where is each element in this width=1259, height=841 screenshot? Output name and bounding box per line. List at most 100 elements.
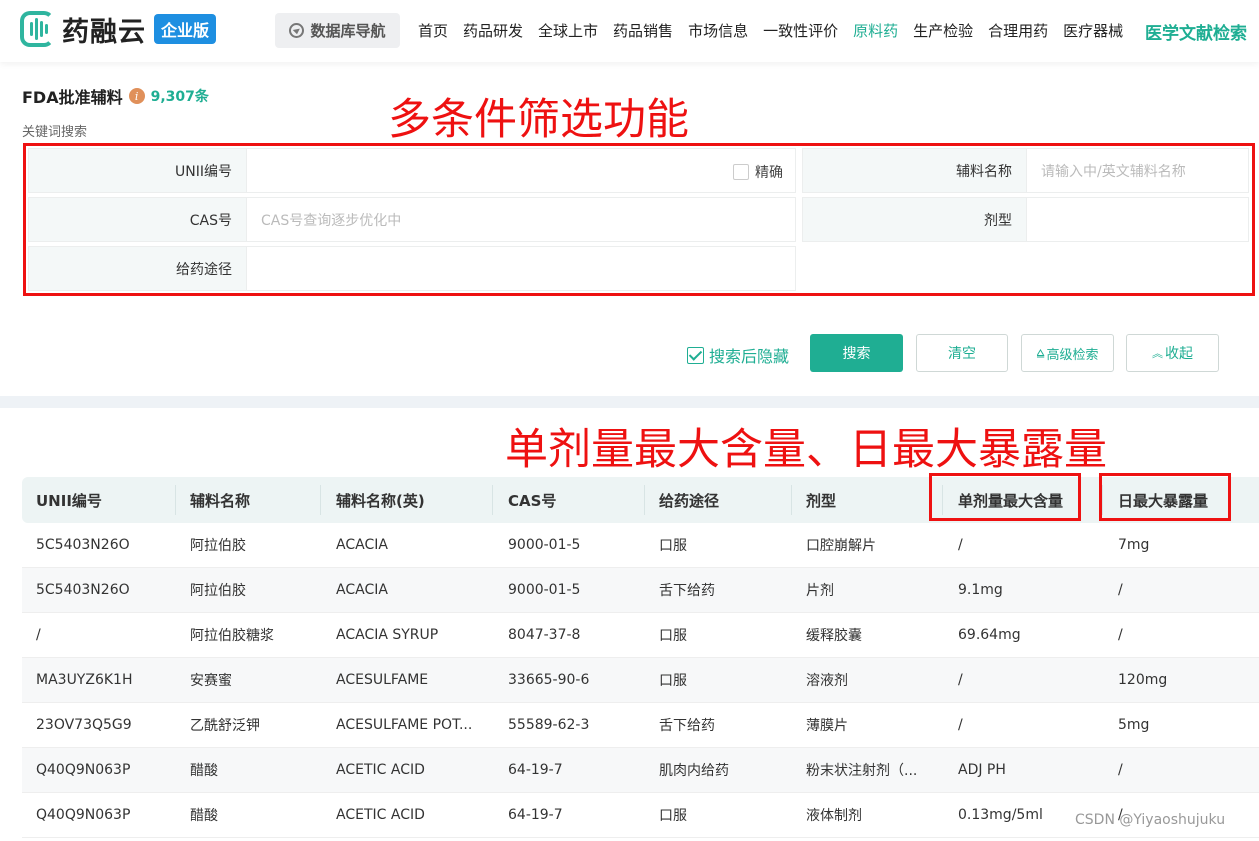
nav-item-drug-rd[interactable]: 药品研发 [463,20,523,41]
section-divider [0,396,1259,408]
table-row[interactable]: 5C5403N26O 阿拉伯胶 ACACIA 9000-01-5 舌下给药 片剂 9.1mg… [22,568,1259,613]
cell-excipient-name: 阿拉伯胶 [190,538,246,554]
cell-unii: / [36,627,41,643]
nav-item-market-info[interactable]: 市场信息 [688,20,748,41]
database-nav-label: 数据库导航 [310,22,386,40]
info-icon[interactable]: i [128,88,145,104]
brand-name: 药融云 [62,16,146,48]
cell-excipient-name: 阿拉伯胶 [190,583,246,599]
database-nav-button[interactable]: 数据库导航 [275,13,400,48]
col-excipient-name[interactable]: 辅料名称 [190,477,250,523]
max-unit-dose-highlight [929,473,1081,521]
cell-route: 口服 [659,538,687,554]
table-row[interactable]: MA3UYZ6K1H 安赛蜜 ACESULFAME 33665-90-6 口服 溶液剂 / 1… [22,658,1259,703]
nav-item-drug-sales[interactable]: 药品销售 [613,20,673,41]
col-excipient-name-en[interactable]: 辅料名称(英) [336,477,425,523]
col-route[interactable]: 给药途径 [659,477,719,523]
cell-max-unit-dose: / [958,672,963,688]
table-row[interactable]: 5C5403N26O 阿拉伯胶 ACACIA 9000-01-5 口服 口腔崩解片 / 7mg [22,523,1259,568]
cell-max-unit-dose: 69.64mg [958,627,1021,643]
hide-after-search-label: 搜索后隐藏 [709,347,790,366]
filter-actions: 搜索后隐藏 搜索 清空 ⩠ 高级检索 ︽ 收起 [0,334,1259,372]
cell-excipient-name-en: ACACIA [336,582,388,598]
col-cas[interactable]: CAS号 [508,477,556,523]
cell-excipient-name-en: ACACIA SYRUP [336,627,439,643]
collapse-icon: ︽ [1152,347,1163,360]
nav-item-home[interactable]: 首页 [418,20,448,41]
cell-excipient-name-en: ACESULFAME [336,672,429,688]
table-row[interactable]: / 阿拉伯胶糖浆 ACACIA SYRUP 8047-37-8 口服 缓释胶囊 69.64m… [22,613,1259,658]
cell-dosage-form: 缓释胶囊 [806,628,862,644]
cell-dosage-form: 口腔崩解片 [806,538,876,554]
cell-max-unit-dose: / [958,537,963,553]
collapse-label: 收起 [1165,346,1193,362]
cell-excipient-name: 乙酰舒泛钾 [190,718,260,734]
col-unii[interactable]: UNII编号 [36,477,102,523]
cell-cas: 64-19-7 [508,762,563,778]
table-row[interactable]: Q40Q9N063P 醋酸 ACETIC ACID 64-19-7 肌肉内给药 粉末状注射… [22,748,1259,793]
advanced-search-button[interactable]: ⩠ 高级检索 [1021,334,1114,372]
advanced-search-label: 高级检索 [1046,347,1099,363]
cell-cas: 55589-62-3 [508,717,590,733]
cell-unii: 5C5403N26O [36,537,130,553]
table-row[interactable]: Q40Q9N063P 醋酸 ACETIC ACID 64-19-7 口服 液体制剂 0.13… [22,793,1259,838]
page-title: FDA批准辅料 [22,88,123,107]
cell-route: 肌肉内给药 [659,763,729,779]
nav-item-consistency[interactable]: 一致性评价 [763,20,838,41]
cell-unii: 5C5403N26O [36,582,130,598]
cell-max-daily-exposure: / [1118,582,1123,598]
cell-cas: 9000-01-5 [508,582,581,598]
cell-route: 口服 [659,628,687,644]
brand-logo[interactable]: 药融云 企业版 [20,9,217,49]
cell-route: 口服 [659,673,687,689]
cell-cas: 64-19-7 [508,807,563,823]
cell-unii: Q40Q9N063P [36,762,131,778]
cell-max-unit-dose: / [958,717,963,733]
literature-search-link[interactable]: 医学文献检索 [1145,19,1247,44]
cell-cas: 8047-37-8 [508,627,581,643]
cell-cas: 9000-01-5 [508,537,581,553]
top-navbar: 药融云 企业版 数据库导航 首页 药品研发 全球上市 药品销售 市场信息 一致性… [0,0,1259,62]
search-button[interactable]: 搜索 [810,334,903,372]
cell-max-unit-dose: ADJ PH [958,762,1006,778]
page-heading: FDA批准辅料 i 9,307条 [22,84,209,108]
nav-item-production[interactable]: 生产检验 [913,20,973,41]
cell-excipient-name: 醋酸 [190,808,218,824]
nav-item-devices[interactable]: 医疗器械 [1063,20,1123,41]
hide-after-search-toggle[interactable]: 搜索后隐藏 [687,343,789,367]
cell-excipient-name-en: ACETIC ACID [336,807,425,823]
filter-highlight-box [23,143,1255,296]
cell-excipient-name: 安赛蜜 [190,673,232,689]
cell-dosage-form: 溶液剂 [806,673,848,689]
cell-excipient-name-en: ACETIC ACID [336,762,425,778]
main-nav: 首页 药品研发 全球上市 药品销售 市场信息 一致性评价 原料药 生产检验 合理… [418,20,1123,41]
cell-route: 舌下给药 [659,583,715,599]
cell-max-unit-dose: 9.1mg [958,582,1003,598]
collapse-button[interactable]: ︽ 收起 [1126,334,1219,372]
watermark: CSDN @Yiyaoshujuku [1075,812,1226,828]
nav-item-rational-use[interactable]: 合理用药 [988,20,1048,41]
cell-dosage-form: 液体制剂 [806,808,862,824]
nav-item-global-launch[interactable]: 全球上市 [538,20,598,41]
nav-item-api[interactable]: 原料药 [853,20,898,41]
cell-max-daily-exposure: / [1118,762,1123,778]
cell-max-daily-exposure: 5mg [1118,717,1150,733]
column-annotation: 单剂量最大含量、日最大暴露量 [505,425,1107,475]
cell-unii: MA3UYZ6K1H [36,672,133,688]
cell-dosage-form: 薄膜片 [806,718,848,734]
checked-checkbox-icon [687,346,704,364]
cell-cas: 33665-90-6 [508,672,590,688]
clear-button[interactable]: 清空 [916,334,1008,372]
cell-max-daily-exposure: / [1118,627,1123,643]
result-count: 9,307条 [150,89,209,105]
keyword-search-label: 关键词搜索 [22,125,88,140]
cell-excipient-name: 阿拉伯胶糖浆 [190,628,274,644]
filter-annotation: 多条件筛选功能 [388,95,689,145]
cell-max-daily-exposure: 120mg [1118,672,1168,688]
table-row[interactable]: 23OV73Q5G9 乙酰舒泛钾 ACESULFAME POT... 55589-62… [22,703,1259,748]
edition-badge: 企业版 [154,14,217,44]
cell-route: 舌下给药 [659,718,715,734]
cell-unii: Q40Q9N063P [36,807,131,823]
cell-route: 口服 [659,808,687,824]
col-dosage-form[interactable]: 剂型 [806,477,836,523]
